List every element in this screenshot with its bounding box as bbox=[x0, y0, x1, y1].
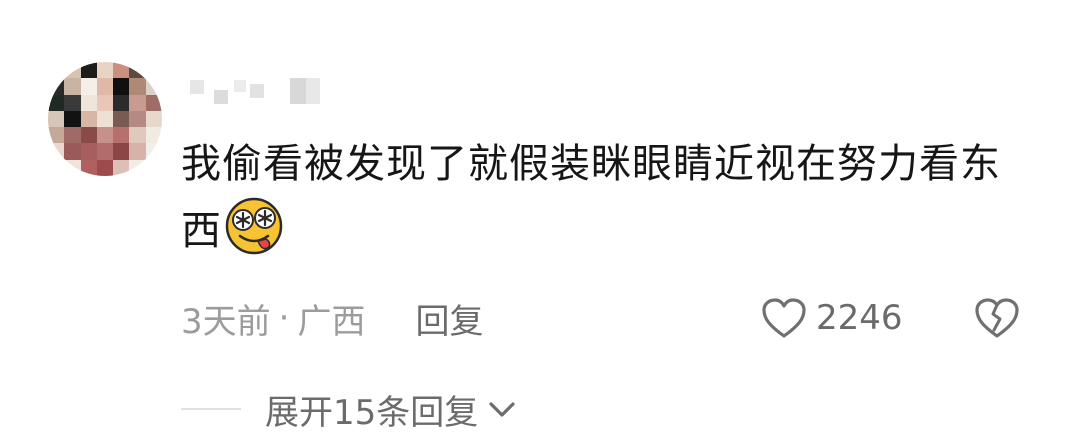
username-text: 用户 bbox=[190, 74, 191, 75]
comment-location: 广西 bbox=[297, 301, 366, 342]
comment-meta: 3天前 · 广西 回复 bbox=[181, 294, 483, 343]
comment-text: 我偷看被发现了就假装眯眼睛近视在努力看东西 bbox=[181, 132, 1011, 263]
chevron-down-icon bbox=[489, 402, 515, 417]
like-count: 2246 bbox=[816, 298, 903, 338]
expand-replies-label: 展开15条回复 bbox=[265, 392, 479, 433]
comment-text-body: 我偷看被发现了就假装眯眼睛近视在努力看东西 bbox=[181, 141, 1001, 254]
heart-icon bbox=[762, 298, 806, 338]
comment-time: 3天前 bbox=[181, 301, 271, 342]
meta-separator: · bbox=[278, 298, 290, 338]
username[interactable]: 用户 bbox=[190, 74, 330, 108]
drooling-face-icon bbox=[225, 197, 283, 255]
expand-replies-button[interactable]: 展开15条回复 bbox=[181, 386, 518, 433]
avatar[interactable] bbox=[48, 62, 162, 176]
broken-heart-icon[interactable] bbox=[972, 292, 1022, 342]
divider-line bbox=[181, 408, 241, 410]
like-button[interactable]: 2246 bbox=[760, 293, 903, 343]
reply-button[interactable]: 回复 bbox=[415, 294, 483, 343]
comment-item: 用户 我偷看被发现了就假装眯眼睛近视在努力看东西 3天前 · 广西 回复 224… bbox=[0, 0, 1080, 442]
